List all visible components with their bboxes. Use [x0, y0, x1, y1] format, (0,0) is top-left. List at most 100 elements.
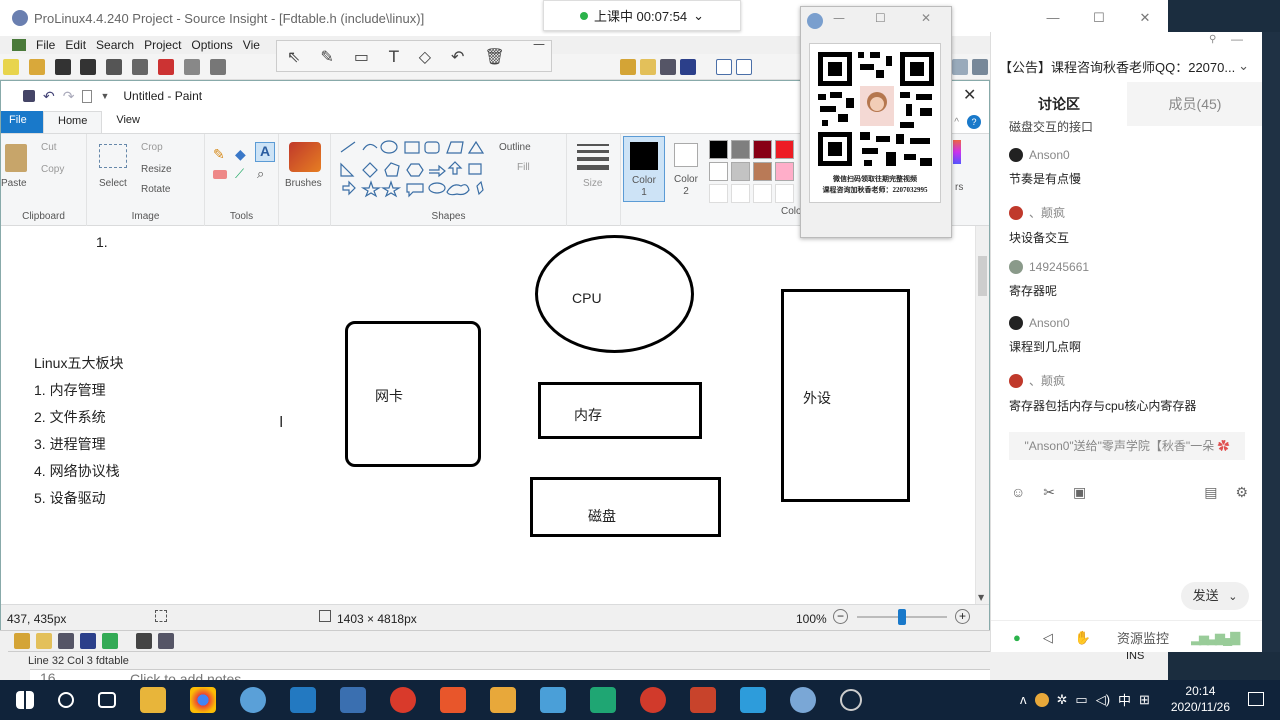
cut-icon[interactable] — [157, 59, 174, 75]
palette-swatch-empty[interactable] — [753, 184, 772, 203]
search-icon[interactable] — [58, 692, 74, 708]
palette-swatch[interactable] — [709, 162, 728, 181]
color-picker-icon[interactable]: ⟋ — [235, 166, 244, 182]
book-icon[interactable] — [660, 59, 676, 75]
app-diamond-icon[interactable] — [740, 687, 766, 713]
scrollbar-thumb[interactable] — [978, 256, 987, 296]
new-page-icon[interactable] — [82, 89, 93, 103]
pointer-icon[interactable]: ⇖ — [287, 47, 300, 66]
resource-monitor-label[interactable]: 资源监控 — [1117, 628, 1169, 647]
window-small-icon[interactable] — [158, 633, 174, 649]
ime-language[interactable]: 中 — [1118, 690, 1131, 709]
redo-icon[interactable]: ↷ — [63, 88, 75, 105]
ab-icon[interactable] — [102, 633, 118, 649]
app-red-icon[interactable] — [390, 687, 416, 713]
palette-swatch-empty[interactable] — [775, 184, 794, 203]
hand-icon[interactable]: ✋ — [1075, 630, 1091, 646]
app-yellow-icon[interactable] — [490, 687, 516, 713]
palette-swatch[interactable] — [753, 140, 772, 159]
scissors-icon[interactable]: ✂ — [1043, 484, 1055, 501]
network-icon[interactable]: ▭ — [1075, 692, 1087, 708]
tab-file[interactable]: File — [1, 111, 43, 133]
app-circle-icon[interactable] — [840, 689, 862, 711]
palette-swatch[interactable] — [731, 140, 750, 159]
palette-swatch-empty[interactable] — [731, 184, 750, 203]
open-file-icon[interactable] — [28, 59, 45, 75]
source-insight-icon[interactable] — [340, 687, 366, 713]
app-netease-icon[interactable] — [640, 687, 666, 713]
chevron-down-icon[interactable]: ⌄ — [693, 8, 704, 24]
menu-edit[interactable]: Edit — [65, 38, 86, 52]
announcement-bar[interactable]: 【公告】课程咨询秋香老师QQ：22070... ⌄ — [991, 52, 1263, 80]
size-icon[interactable] — [577, 144, 609, 170]
lock-icon[interactable] — [136, 633, 152, 649]
powerpoint-icon[interactable] — [690, 687, 716, 713]
menu-search[interactable]: Search — [96, 38, 134, 52]
undo-icon[interactable]: ↶ — [43, 88, 55, 105]
scroll-down-icon[interactable]: ▼ — [978, 593, 984, 602]
eraser-icon[interactable] — [213, 170, 227, 179]
tray-app-icon[interactable] — [1034, 692, 1049, 707]
app-blue-icon[interactable] — [540, 687, 566, 713]
app-green-icon[interactable] — [590, 687, 616, 713]
undo-tool-icon[interactable]: ↶ — [451, 47, 464, 66]
panel-icon[interactable] — [972, 59, 988, 75]
announcement-chevron-icon[interactable]: ⌄ — [1238, 58, 1249, 74]
paste-icon[interactable] — [5, 144, 27, 172]
palette-swatch[interactable] — [709, 140, 728, 159]
paste-button[interactable]: Paste — [1, 178, 27, 189]
magnifier-icon[interactable]: ⌕ — [257, 166, 264, 182]
size-button[interactable]: Size — [583, 178, 602, 189]
help-icon[interactable]: ? — [967, 115, 981, 129]
menu-project[interactable]: Project — [144, 38, 181, 52]
vertical-scrollbar[interactable]: ▼ — [975, 226, 989, 604]
qr-minimize-icon[interactable]: — — [833, 11, 845, 25]
minimize-icon[interactable]: — — [1030, 0, 1076, 36]
palette-swatch[interactable] — [731, 162, 750, 181]
menu-view[interactable]: Vie — [243, 38, 260, 52]
fill-icon[interactable]: ◆ — [235, 146, 246, 163]
vscode-icon[interactable] — [290, 687, 316, 713]
send-options-icon[interactable]: ⌄ — [1228, 591, 1237, 603]
copy-icon[interactable] — [183, 59, 200, 75]
edit-colors-icon[interactable] — [953, 140, 961, 164]
palette-swatch[interactable] — [753, 162, 772, 181]
zoom-in-button[interactable]: + — [955, 609, 970, 624]
chat-minimize-icon[interactable]: — — [1231, 32, 1243, 46]
app-orange-icon[interactable] — [440, 687, 466, 713]
save-icon[interactable] — [23, 90, 35, 102]
tab-home[interactable]: Home — [43, 111, 103, 133]
emoji-icon[interactable]: ☺ — [1011, 484, 1025, 501]
window-layout-icon[interactable] — [952, 59, 968, 75]
qr-close-icon[interactable]: ✕ — [921, 11, 931, 25]
app-menu-icon[interactable] — [12, 39, 26, 51]
speaker-icon[interactable]: ◁ — [1043, 630, 1053, 646]
qr-maximize-icon[interactable]: ☐ — [875, 11, 886, 25]
volume-icon[interactable]: ◁) — [1096, 692, 1110, 708]
menu-file[interactable]: File — [36, 38, 55, 52]
send-button[interactable]: 发送 ⌄ — [1181, 582, 1249, 610]
palette-swatch[interactable] — [775, 140, 794, 159]
paint-close-icon[interactable]: ✕ — [963, 85, 976, 104]
folder-small-icon[interactable] — [36, 633, 52, 649]
outline-button[interactable]: Outline — [499, 142, 531, 153]
save-as-icon[interactable] — [106, 59, 123, 75]
ribbon-collapse-icon[interactable]: ^ — [954, 117, 959, 128]
ime-mode-icon[interactable]: ✲ — [1057, 692, 1068, 708]
image-icon[interactable]: ▣ — [1073, 484, 1086, 501]
menu-options[interactable]: Options — [191, 38, 232, 52]
tab-members[interactable]: 成员(45) — [1127, 82, 1263, 126]
brushes-button[interactable]: Brushes — [285, 178, 322, 189]
window-icon[interactable] — [736, 59, 752, 75]
eraser-tool-icon[interactable]: ◇ — [419, 47, 431, 66]
microphone-icon[interactable]: ● — [1013, 630, 1021, 645]
tab-view[interactable]: View — [102, 111, 154, 133]
feedback-icon[interactable]: ▤ — [1204, 484, 1217, 501]
book-small-icon[interactable] — [58, 633, 74, 649]
notification-icon[interactable] — [1248, 692, 1264, 706]
close-icon[interactable]: ✕ — [1122, 0, 1168, 36]
maximize-icon[interactable]: ☐ — [1076, 0, 1122, 36]
settings-icon[interactable]: ⚙ — [1236, 484, 1249, 501]
paint-canvas[interactable]: 1. Linux五大板块 1. 内存管理 2. 文件系统 3. 进程管理 4. … — [1, 226, 979, 604]
zoom-slider[interactable] — [857, 609, 947, 625]
